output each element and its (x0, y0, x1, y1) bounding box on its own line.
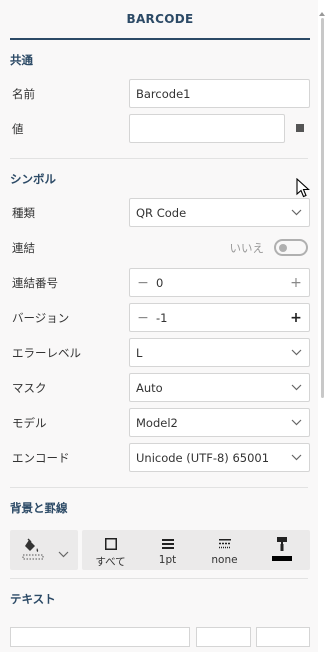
type-row: 種類 QR Code (10, 195, 310, 230)
border-style-label: none (211, 554, 238, 566)
value-label: 値 (12, 121, 24, 136)
type-label: 種類 (12, 205, 35, 220)
scrollbar-thumb[interactable] (321, 18, 324, 398)
chevron-down-icon (289, 206, 303, 220)
model-row: モデル Model2 (10, 405, 310, 440)
encode-value: Unicode (UTF-8) 65001 (136, 450, 270, 465)
section-symbol: シンボル 種類 QR Code 連結 いいえ 連結番号 − 0 + バージョン … (10, 159, 310, 488)
name-input-value: Barcode1 (136, 86, 191, 101)
mask-value: Auto (136, 380, 163, 395)
panel-tab-bar: BARCODE (10, 0, 310, 40)
value-options-icon[interactable] (296, 124, 304, 132)
version-label: バージョン (12, 310, 70, 325)
mask-row: マスク Auto (10, 370, 310, 405)
error-level-select[interactable]: L (129, 338, 310, 367)
value-input[interactable] (129, 114, 285, 143)
encode-select[interactable]: Unicode (UTF-8) 65001 (129, 443, 310, 472)
link-number-stepper[interactable]: − 0 + (129, 268, 310, 297)
font-select[interactable] (10, 627, 190, 647)
border-toolbar: すべて 1pt none (10, 530, 310, 578)
chevron-down-icon (289, 381, 303, 395)
minus-icon[interactable]: − (136, 276, 150, 290)
border-color-button[interactable] (253, 530, 310, 570)
minus-icon[interactable]: − (136, 311, 150, 325)
border-width-button[interactable]: 1pt (139, 530, 196, 570)
link-toggle[interactable] (274, 239, 308, 256)
line-style-icon (218, 536, 231, 552)
toggle-knob (279, 243, 287, 252)
encode-row: エンコード Unicode (UTF-8) 65001 (10, 440, 310, 475)
plus-icon[interactable]: + (289, 276, 303, 290)
model-value: Model2 (136, 415, 178, 430)
type-select[interactable]: QR Code (129, 198, 310, 227)
mouse-cursor-icon (296, 177, 310, 202)
border-width-label: 1pt (158, 554, 177, 566)
section-heading-common: 共通 (10, 53, 33, 67)
chevron-down-icon[interactable] (58, 543, 69, 562)
section-common: 共通 名前 Barcode1 値 (10, 40, 310, 159)
paint-roller-icon (276, 536, 288, 552)
mask-label: マスク (12, 380, 47, 395)
name-label: 名前 (12, 86, 35, 101)
properties-panel: BARCODE 共通 名前 Barcode1 値 シンボル 種類 QR Code (0, 0, 318, 652)
vertical-scrollbar[interactable] (318, 0, 326, 652)
tab-barcode[interactable]: BARCODE (127, 12, 194, 26)
border-all-label: すべて (95, 556, 126, 568)
border-all-button[interactable]: すべて (82, 530, 139, 570)
link-toggle-text: いいえ (229, 240, 265, 255)
paint-bucket-icon (22, 538, 44, 564)
chevron-down-icon (289, 451, 303, 465)
name-input[interactable]: Barcode1 (129, 79, 310, 108)
section-heading-background: 背景と罫線 (10, 501, 68, 515)
chevron-down-icon (289, 346, 303, 360)
link-toggle-group: いいえ (229, 230, 308, 265)
link-number-value: 0 (156, 275, 164, 290)
value-row: 値 (10, 111, 308, 146)
error-level-value: L (136, 345, 143, 360)
model-select[interactable]: Model2 (129, 408, 310, 437)
chevron-down-icon (289, 416, 303, 430)
border-options-group: すべて 1pt none (82, 530, 310, 570)
border-color-swatch (271, 556, 292, 561)
link-number-row: 連結番号 − 0 + (10, 265, 310, 300)
link-row: 連結 いいえ (10, 230, 308, 265)
section-background: 背景と罫線 すべて 1pt none (10, 488, 310, 579)
encode-label: エンコード (12, 450, 70, 465)
link-label: 連結 (12, 240, 35, 255)
version-row: バージョン − -1 + (10, 300, 310, 335)
model-label: モデル (12, 415, 47, 430)
scroll-up-arrow-icon[interactable] (319, 2, 325, 16)
font-size-select[interactable] (196, 627, 251, 647)
link-number-label: 連結番号 (12, 275, 58, 290)
name-row: 名前 Barcode1 (10, 76, 310, 111)
line-width-icon (161, 536, 174, 552)
version-value: -1 (156, 310, 168, 325)
text-toolbar-partial (10, 617, 310, 647)
error-level-row: エラーレベル L (10, 335, 310, 370)
mask-select[interactable]: Auto (129, 373, 310, 402)
border-square-icon (104, 536, 117, 552)
version-stepper[interactable]: − -1 + (129, 303, 310, 332)
type-select-value: QR Code (136, 205, 187, 220)
section-text: テキスト (10, 579, 310, 647)
plus-icon[interactable]: + (289, 311, 303, 325)
error-level-label: エラーレベル (12, 345, 81, 360)
section-heading-symbol: シンボル (10, 172, 56, 186)
border-style-button[interactable]: none (196, 530, 253, 570)
font-style-select[interactable] (256, 627, 310, 647)
fill-color-button[interactable] (10, 530, 78, 570)
section-heading-text: テキスト (10, 592, 56, 606)
